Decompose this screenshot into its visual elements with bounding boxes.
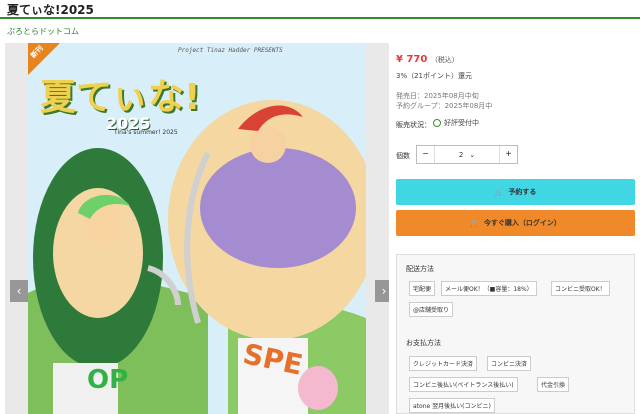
payment-tag: atone 翌月後払い(コンビニ): [409, 398, 495, 413]
status-circle-icon: [433, 119, 441, 127]
product-gallery[interactable]: 新刊 Project Tinaz Hadder PRESENTS 夏てぃな! 2…: [5, 43, 389, 414]
reserve-button[interactable]: 🛒 予約する: [396, 179, 635, 205]
release-meta: 発売日：2025年08月中旬 予約グループ：2025年08月中: [396, 91, 492, 111]
gallery-prev-button[interactable]: ‹: [10, 280, 28, 302]
payment-tag: コンビニ決済: [487, 356, 532, 371]
quantity-increase-button[interactable]: +: [499, 146, 517, 163]
buy-now-button[interactable]: 🛒 今すぐ購入（ログイン）: [396, 210, 635, 236]
title-bar: 夏てぃな!2025: [0, 0, 640, 19]
payment-tag: コンビニ後払い(ペイトランス後払い): [409, 377, 518, 392]
points-info: 3%（21ポイント）還元: [396, 72, 473, 80]
sales-status: 好評受付中: [433, 118, 479, 128]
shipping-tag: @店舗受取り: [409, 302, 454, 317]
page-title: 夏てぃな!2025: [7, 3, 94, 17]
gallery-next-button[interactable]: ›: [375, 280, 389, 302]
buy-now-button-label: 今すぐ購入（ログイン）: [483, 219, 561, 227]
quantity-decrease-button[interactable]: −: [417, 146, 435, 163]
quantity-select[interactable]: 2 ⌄: [459, 151, 475, 159]
shipping-tag: メール便OK！（■容量：18%）: [441, 281, 537, 296]
shipping-tag: コンビニ受取OK！: [551, 281, 610, 296]
shop-link[interactable]: ぷろとらドットコム: [7, 26, 79, 37]
sales-status-text: 好評受付中: [444, 119, 479, 127]
price: ¥ 770 （税込）: [396, 54, 459, 65]
cover-subtitle: Tina's summer! 2025: [114, 129, 178, 136]
cart-icon: 🛒: [470, 219, 479, 227]
sales-status-label: 販売状況：: [396, 121, 431, 129]
price-tax-label: （税込）: [430, 56, 459, 64]
cover-logo: 夏てぃな!: [40, 77, 201, 118]
quantity-stepper[interactable]: − 2 ⌄ +: [416, 145, 518, 164]
price-value: ¥ 770: [396, 54, 428, 65]
quantity-label: 個数: [396, 152, 410, 160]
release-date: 発売日：2025年08月中旬: [396, 92, 479, 100]
cart-icon: 🛒: [494, 188, 504, 196]
reserve-button-label: 予約する: [508, 188, 537, 196]
product-cover-image: 新刊 Project Tinaz Hadder PRESENTS 夏てぃな! 2…: [28, 43, 366, 414]
shipping-tag: 宅配便: [409, 281, 436, 296]
shipping-label: 配送方法: [406, 265, 434, 273]
payment-label: お支払方法: [406, 339, 441, 347]
payment-tag: 代金引換: [537, 377, 570, 392]
chevron-down-icon: ⌄: [469, 150, 476, 159]
reserve-group: 予約グループ：2025年08月中: [396, 102, 493, 110]
payment-tag: クレジットカード決済: [409, 356, 478, 371]
quantity-value: 2: [458, 150, 464, 159]
presents-text: Project Tinaz Hadder PRESENTS: [178, 47, 283, 54]
cover-banner-left: OP: [87, 365, 129, 395]
